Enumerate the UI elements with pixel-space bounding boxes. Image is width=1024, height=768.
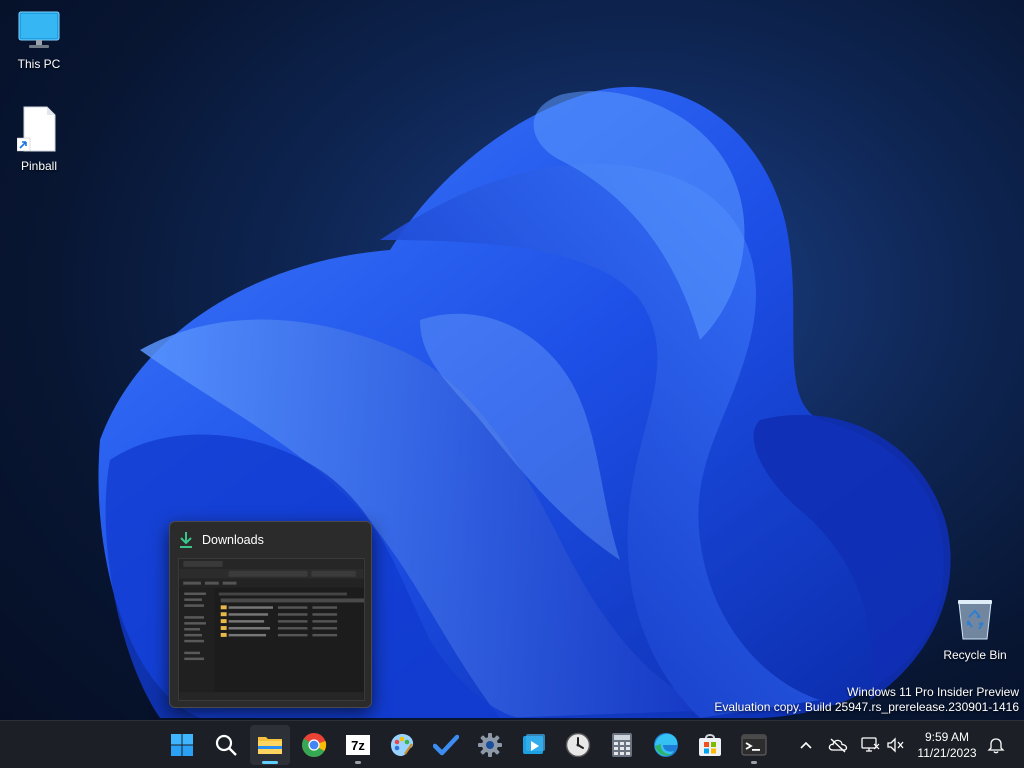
play-icon [523, 734, 545, 754]
windows-logo-icon [171, 734, 193, 756]
desktop-icon-recycle-bin[interactable]: Recycle Bin [937, 597, 1013, 662]
desktop-icon-label: This PC [17, 57, 61, 71]
desktop-icon-this-pc[interactable]: This PC [1, 10, 77, 71]
taskbar: 7z 9:59 AM 11/21/2023 [0, 720, 1024, 768]
7zip-icon: 7z [346, 735, 370, 755]
download-icon [180, 532, 192, 548]
media-player-button[interactable] [514, 725, 554, 765]
store-icon [699, 734, 721, 756]
explorer-window-thumbnail[interactable] [178, 558, 365, 701]
wallpaper-bloom [98, 86, 951, 718]
preview-title: Downloads [202, 533, 264, 547]
edge-button[interactable] [646, 725, 686, 765]
evaluation-watermark: Windows 11 Pro Insider Preview Evaluatio… [714, 685, 1019, 715]
terminal-icon [741, 734, 767, 756]
folder-icon [258, 737, 282, 754]
paint-button[interactable] [382, 725, 422, 765]
running-indicator [262, 761, 278, 764]
clock-time: 9:59 AM [924, 730, 970, 744]
store-button[interactable] [690, 725, 730, 765]
search-icon [215, 734, 237, 756]
network-icon [861, 737, 880, 752]
watermark-line-2: Evaluation copy. Build 25947.rs_prerelea… [714, 700, 1019, 714]
clock-icon [565, 732, 591, 758]
cloud-off-icon [828, 738, 848, 753]
terminal-button[interactable] [734, 725, 774, 765]
monitor-icon [18, 11, 60, 48]
7-zip-button[interactable]: 7z [338, 725, 378, 765]
network-tray-button[interactable] [858, 721, 882, 768]
show-hidden-icons-button[interactable] [794, 721, 818, 768]
settings-button[interactable] [470, 725, 510, 765]
file-explorer-button[interactable] [250, 725, 290, 765]
calculator-icon [612, 733, 632, 757]
running-indicator [355, 761, 361, 764]
volume-muted-icon [887, 737, 904, 753]
desktop-icon-label: Recycle Bin [943, 648, 1007, 662]
clock-date: 11/21/2023 [917, 746, 977, 760]
desktop-icon-label: Pinball [20, 159, 58, 173]
taskbar-clock[interactable]: 9:59 AM 11/21/2023 [912, 729, 982, 761]
calculator-button[interactable] [602, 725, 642, 765]
gear-icon [478, 733, 502, 757]
preview-header: Downloads [170, 522, 371, 558]
running-indicator [751, 761, 757, 764]
edge-icon [654, 733, 678, 757]
desktop-icon-pinball[interactable]: Pinball [1, 106, 77, 173]
clock-app-button[interactable] [558, 725, 598, 765]
checkmark-icon [433, 734, 459, 756]
file-shortcut-icon [16, 106, 56, 152]
7zip-label: 7z [351, 738, 365, 753]
taskbar-thumbnail-preview[interactable]: Downloads [169, 521, 372, 708]
chevron-up-icon [800, 741, 812, 749]
palette-icon [391, 734, 414, 756]
recycle-bin-icon [958, 600, 992, 640]
bell-icon [987, 738, 1005, 754]
chrome-button[interactable] [294, 725, 334, 765]
todo-button[interactable] [426, 725, 466, 765]
chrome-icon [302, 733, 327, 758]
search-button[interactable] [206, 725, 246, 765]
notifications-button[interactable] [984, 721, 1008, 768]
volume-tray-button[interactable] [884, 721, 908, 768]
watermark-line-1: Windows 11 Pro Insider Preview [847, 685, 1019, 699]
onedrive-tray-button[interactable] [826, 721, 850, 768]
start-button[interactable] [162, 725, 202, 765]
